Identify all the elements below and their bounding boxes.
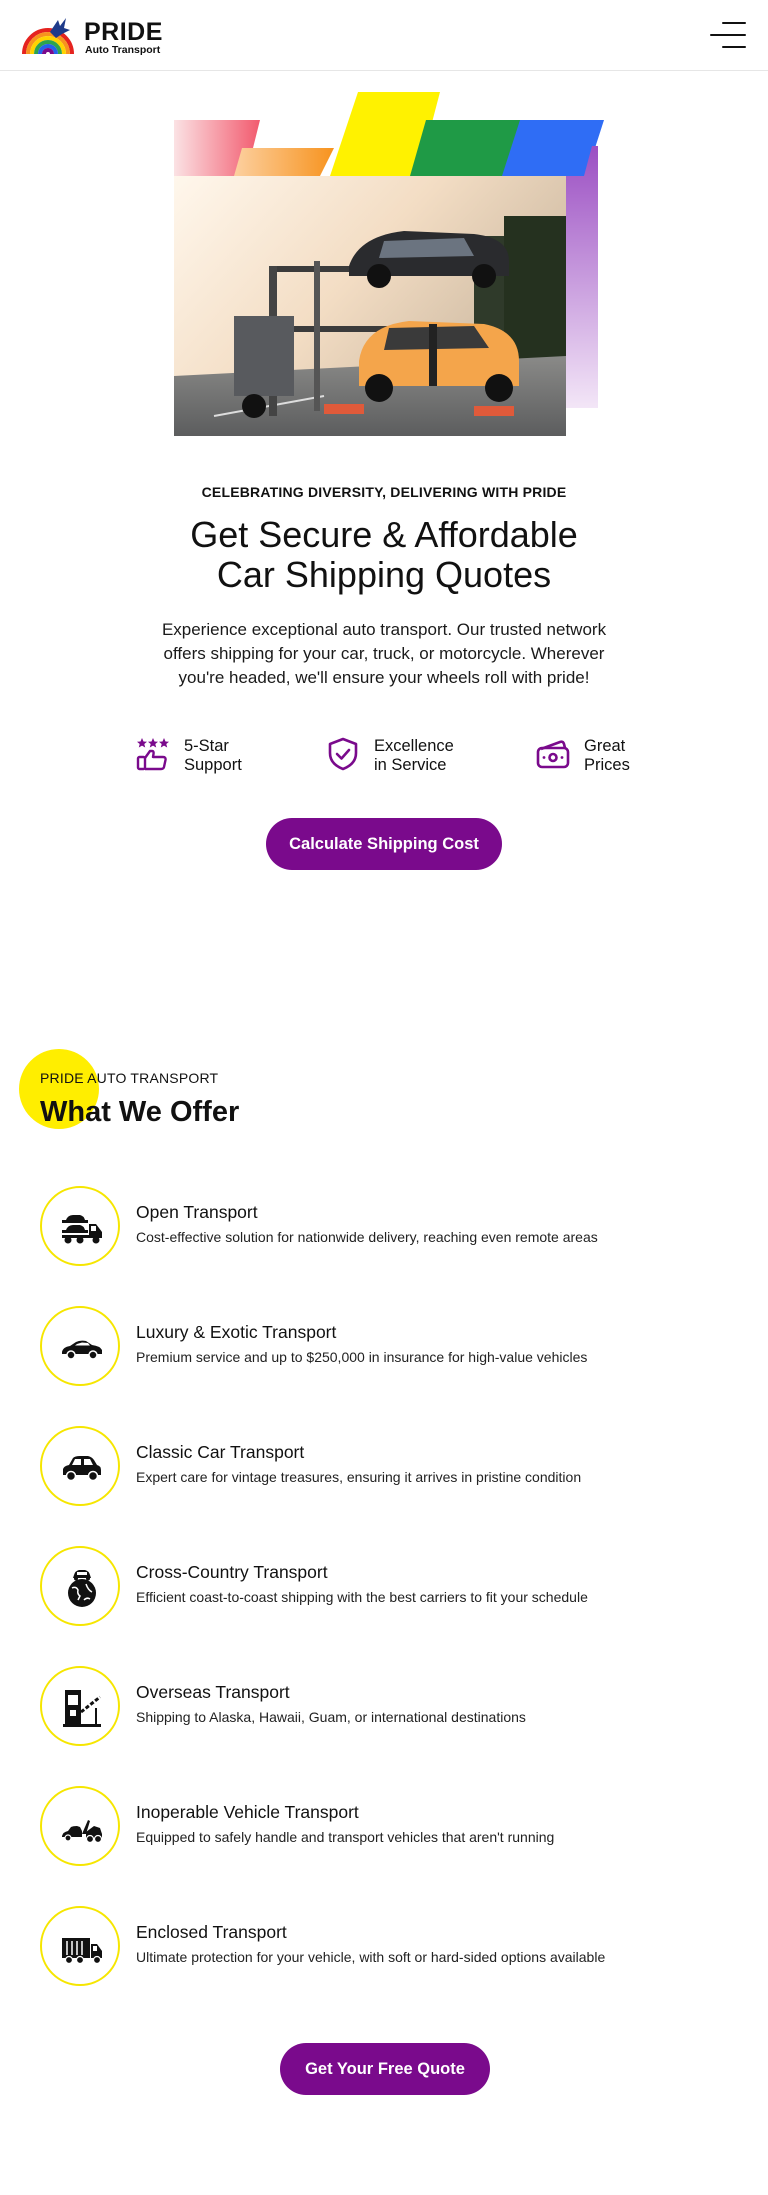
hero-title-line1: Get Secure & Affordable — [190, 514, 578, 555]
brand-name: PRIDE — [84, 18, 163, 46]
service-description: Equipped to safely handle and transport … — [136, 1829, 555, 1845]
service-icon-circle — [40, 1906, 120, 1986]
service-item-cross-country-transport[interactable]: Cross-Country Transport Efficient coast-… — [40, 1546, 740, 1626]
service-icon-circle — [40, 1546, 120, 1626]
feature-label: 5-Star Support — [184, 737, 242, 774]
hamburger-icon[interactable] — [710, 20, 746, 50]
enclosed-trailer-icon — [62, 1938, 102, 1965]
classic-car-icon — [63, 1456, 101, 1482]
globe-car-icon — [68, 1570, 96, 1607]
service-item-luxury-exotic-transport[interactable]: Luxury & Exotic Transport Premium servic… — [40, 1306, 740, 1386]
tow-truck-icon — [62, 1820, 103, 1844]
service-title: Open Transport — [136, 1202, 258, 1222]
site-header: PRIDE Auto Transport — [0, 0, 768, 71]
service-icon-circle — [40, 1786, 120, 1866]
service-icon-circle — [40, 1186, 120, 1266]
service-item-inoperable-vehicle-transport[interactable]: Inoperable Vehicle Transport Equipped to… — [40, 1786, 740, 1866]
service-title: Enclosed Transport — [136, 1922, 287, 1942]
rainbow-unicorn-logo-icon — [22, 18, 74, 55]
service-title: Inoperable Vehicle Transport — [136, 1802, 359, 1822]
feature-label: Excellence in Service — [374, 737, 454, 774]
service-icon-circle — [40, 1426, 120, 1506]
toll-gate-icon — [63, 1690, 101, 1727]
feature-list: 5-Star Support Excellence in Service Great… — [0, 735, 768, 775]
service-description: Shipping to Alaska, Hawaii, Guam, or int… — [136, 1709, 526, 1725]
car-carrier-photo — [174, 176, 566, 436]
sports-car-icon — [62, 1340, 102, 1360]
shield-check-icon — [328, 737, 358, 771]
section-title: What We Offer — [40, 1096, 240, 1128]
service-item-enclosed-transport[interactable]: Enclosed Transport Ultimate protection f… — [40, 1906, 740, 1986]
service-title: Cross-Country Transport — [136, 1562, 328, 1582]
service-description: Efficient coast-to-coast shipping with t… — [136, 1589, 588, 1605]
service-title: Luxury & Exotic Transport — [136, 1322, 337, 1342]
wallet-cash-icon — [536, 740, 570, 769]
thumbs-up-stars-icon — [136, 738, 169, 771]
service-item-open-transport[interactable]: Open Transport Cost-effective solution f… — [40, 1186, 740, 1266]
hero-title-line2: Car Shipping Quotes — [216, 554, 552, 595]
get-free-quote-button[interactable]: Get Your Free Quote — [280, 2043, 490, 2095]
section-eyebrow: PRIDE AUTO TRANSPORT — [40, 1070, 219, 1086]
service-description: Cost-effective solution for nationwide d… — [136, 1229, 598, 1245]
service-icon-circle — [40, 1306, 120, 1386]
hero-title: Get Secure & Affordable Car Shipping Quo… — [84, 515, 684, 595]
feature-label: Great Prices — [584, 737, 630, 774]
service-description: Expert care for vintage treasures, ensur… — [136, 1469, 582, 1485]
service-description: Premium service and up to $250,000 in in… — [136, 1349, 588, 1365]
service-icon-circle — [40, 1666, 120, 1746]
service-title: Classic Car Transport — [136, 1442, 305, 1462]
service-title: Overseas Transport — [136, 1682, 290, 1702]
car-carrier-truck-icon — [62, 1215, 102, 1244]
hero-eyebrow: CELEBRATING DIVERSITY, DELIVERING WITH P… — [201, 484, 567, 500]
service-item-overseas-transport[interactable]: Overseas Transport Shipping to Alaska, H… — [40, 1666, 740, 1746]
brand-logo[interactable]: PRIDE Auto Transport — [20, 16, 170, 56]
brand-subtitle: Auto Transport — [85, 44, 161, 56]
calculate-shipping-cost-button[interactable]: Calculate Shipping Cost — [266, 818, 502, 870]
car-carrier-truck-image — [174, 176, 566, 436]
service-item-classic-car-transport[interactable]: Classic Car Transport Expert care for vi… — [40, 1426, 740, 1506]
service-description: Ultimate protection for your vehicle, wi… — [136, 1949, 606, 1965]
hero-description: Experience exceptional auto transport. O… — [161, 620, 607, 687]
